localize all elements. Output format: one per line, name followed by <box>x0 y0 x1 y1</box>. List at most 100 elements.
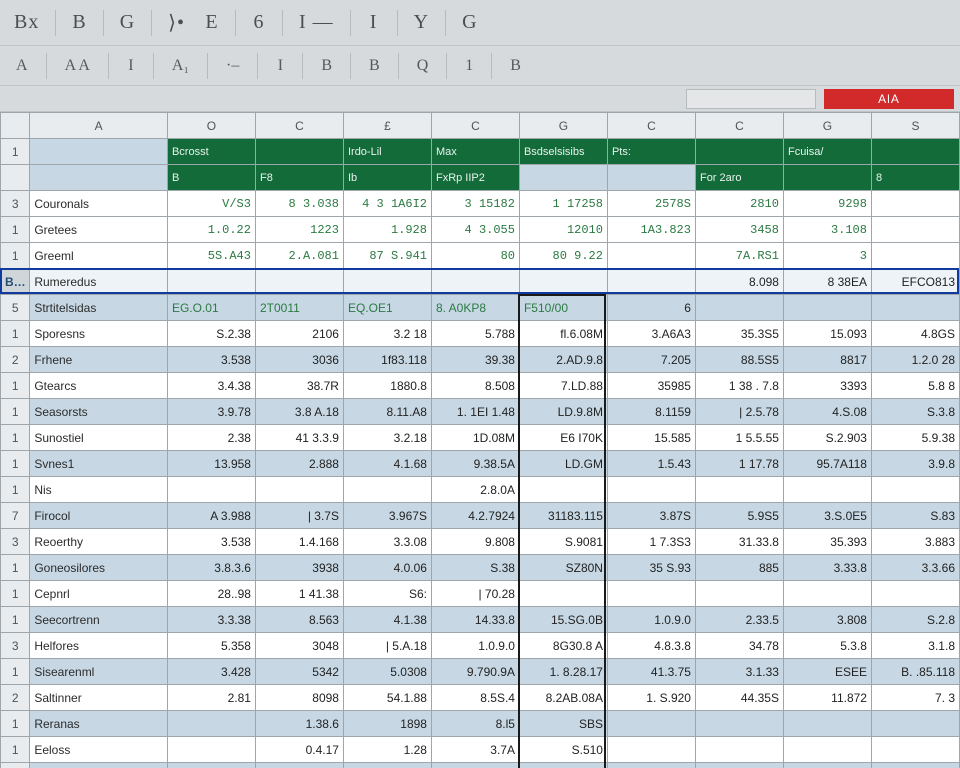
cell[interactable]: S.3.8 <box>871 399 959 425</box>
cell-label[interactable]: Frhene <box>30 347 168 373</box>
cell[interactable]: S.38 <box>431 555 519 581</box>
cell[interactable]: 1880.8 <box>343 373 431 399</box>
cell[interactable]: 3.808 <box>783 607 871 633</box>
cell[interactable]: SBS <box>519 711 607 737</box>
cell[interactable] <box>607 581 695 607</box>
tool-item[interactable]: I <box>266 54 294 78</box>
cell[interactable]: 3.9.78 <box>167 399 255 425</box>
cell-label[interactable]: Svnes1 <box>30 451 168 477</box>
tool-item[interactable]: Bx <box>6 9 47 37</box>
cell[interactable]: 8.098 <box>695 269 783 295</box>
cell[interactable]: 1 7.3S3 <box>607 529 695 555</box>
cell[interactable]: 8.11.A8 <box>343 399 431 425</box>
cell-label[interactable]: Saltinner <box>30 685 168 711</box>
cell[interactable]: Bcrosst <box>167 139 255 165</box>
cell[interactable]: 8 3.038 <box>255 191 343 217</box>
cell[interactable]: 11.872 <box>783 685 871 711</box>
row-header[interactable]: 1 <box>1 217 30 243</box>
cell[interactable]: 41 3.3.9 <box>255 425 343 451</box>
cell[interactable] <box>255 477 343 503</box>
cell[interactable]: 2810 <box>695 191 783 217</box>
row-header[interactable]: 1 <box>1 607 30 633</box>
cell[interactable]: 3.8.3.6 <box>167 555 255 581</box>
cell[interactable]: 2T0011 <box>255 295 343 321</box>
cell[interactable]: 2.888 <box>255 451 343 477</box>
cell[interactable]: 885 <box>695 555 783 581</box>
tool-item[interactable]: I <box>117 54 145 78</box>
cell[interactable]: 95.7A118 <box>783 451 871 477</box>
cell[interactable]: 1.0.9.0 <box>431 633 519 659</box>
cell[interactable]: fl.6.08M <box>519 321 607 347</box>
cell[interactable] <box>519 269 607 295</box>
tool-item[interactable]: A <box>6 54 38 78</box>
cell[interactable]: 3458 <box>695 217 783 243</box>
cell[interactable] <box>30 139 168 165</box>
cell[interactable] <box>607 763 695 768</box>
cell-label[interactable]: Gretees <box>30 217 168 243</box>
col-header[interactable]: S <box>871 113 959 139</box>
cell[interactable]: FxRp IIP2 <box>431 165 519 191</box>
cell-label[interactable]: Reranas <box>30 711 168 737</box>
cell[interactable]: | 2.5.78 <box>695 399 783 425</box>
tool-item[interactable]: B <box>311 54 342 78</box>
row-header[interactable]: 1 <box>1 659 30 685</box>
cell[interactable] <box>167 477 255 503</box>
cell[interactable]: 80 <box>431 243 519 269</box>
cell[interactable]: EQ.OE1 <box>343 295 431 321</box>
cell[interactable]: 3.9.8 <box>871 451 959 477</box>
cell-label[interactable]: Sunostiel <box>30 425 168 451</box>
row-header[interactable]: 3 <box>1 191 30 217</box>
cell[interactable] <box>343 269 431 295</box>
cell[interactable]: 9298 <box>783 191 871 217</box>
cell[interactable]: ESEE <box>783 659 871 685</box>
cell[interactable]: 1. 1EI 1.48 <box>431 399 519 425</box>
cell[interactable] <box>519 477 607 503</box>
cell-label[interactable]: Cepnrl <box>30 581 168 607</box>
cell[interactable]: 2.A.081 <box>255 243 343 269</box>
cell[interactable]: 4.0.06 <box>343 555 431 581</box>
cell[interactable] <box>519 581 607 607</box>
cell[interactable] <box>871 763 959 768</box>
cell[interactable]: EFCO813 <box>871 269 959 295</box>
cell[interactable]: S.510 <box>519 737 607 763</box>
cell[interactable]: S.83 <box>871 503 959 529</box>
cell[interactable]: 3.1.8 <box>871 633 959 659</box>
cell-label[interactable]: Sporesns <box>30 321 168 347</box>
cell[interactable]: 9.808 <box>431 529 519 555</box>
cell[interactable]: 5S.A43 <box>167 243 255 269</box>
cell[interactable]: 7.LD.88 <box>519 373 607 399</box>
cell[interactable]: 4.8GS <box>871 321 959 347</box>
cell[interactable] <box>519 165 607 191</box>
cell[interactable]: 8.563 <box>255 607 343 633</box>
col-header[interactable]: £ <box>343 113 431 139</box>
col-header[interactable]: C <box>695 113 783 139</box>
cell[interactable]: 3.3.38 <box>167 607 255 633</box>
tool-item[interactable]: 6 <box>244 9 274 37</box>
cell[interactable]: 1. 8.28.17 <box>519 659 607 685</box>
cell[interactable] <box>871 737 959 763</box>
cell[interactable] <box>167 737 255 763</box>
cell[interactable]: 31183.115 <box>519 503 607 529</box>
cell-label[interactable]: Hoy <box>30 763 168 768</box>
cell[interactable]: 35.393 <box>783 529 871 555</box>
cell[interactable]: B <box>167 165 255 191</box>
cell[interactable]: 8.2AB.08A <box>519 685 607 711</box>
cell[interactable] <box>695 763 783 768</box>
cell[interactable] <box>871 217 959 243</box>
cell[interactable]: S6.0 <box>519 763 607 768</box>
cell[interactable]: 8 38EA <box>783 269 871 295</box>
row-header[interactable]: 1 <box>1 451 30 477</box>
cell[interactable]: 1.5.43 <box>607 451 695 477</box>
cell[interactable]: S.9081 <box>519 529 607 555</box>
cell[interactable]: 8 <box>255 763 343 768</box>
cell[interactable]: 3.108 <box>783 217 871 243</box>
cell[interactable] <box>167 269 255 295</box>
cell[interactable]: 87 S.941 <box>343 243 431 269</box>
cell[interactable]: 3048 <box>255 633 343 659</box>
cell[interactable]: S.2.903 <box>783 425 871 451</box>
cell[interactable]: 44.35S <box>695 685 783 711</box>
cell[interactable]: SZ80N <box>519 555 607 581</box>
cell[interactable]: 4.1.38 <box>343 607 431 633</box>
cell[interactable] <box>695 737 783 763</box>
cell[interactable]: 3 <box>783 243 871 269</box>
